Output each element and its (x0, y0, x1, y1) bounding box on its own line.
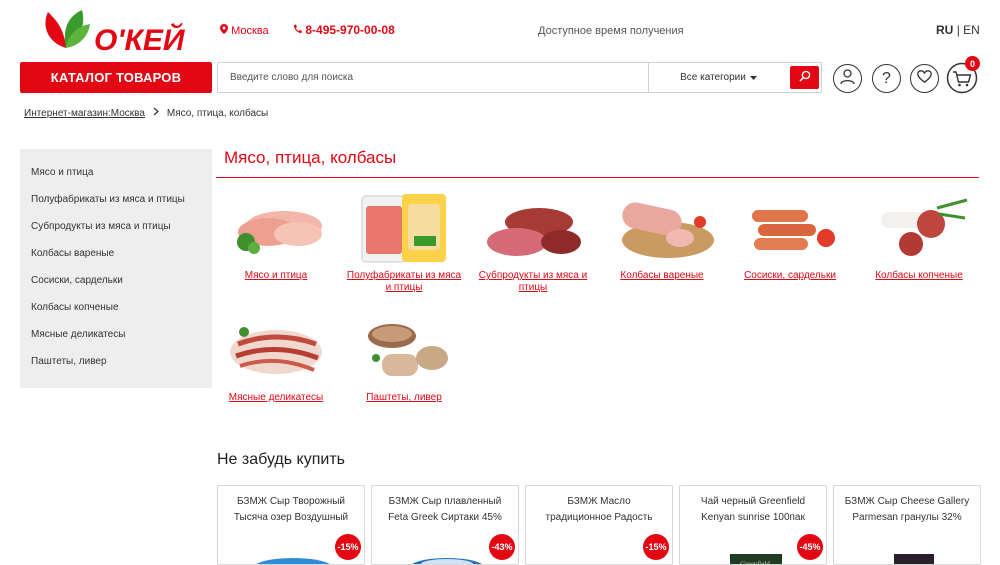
catalog-button[interactable]: КАТАЛОГ ТОВАРОВ (20, 62, 212, 93)
sidebar-item-pate-liver[interactable]: Паштеты, ливер (31, 356, 107, 367)
category-select[interactable]: Все категории (648, 63, 788, 92)
pate-liver-image (368, 324, 448, 376)
caret-down-icon (749, 72, 757, 83)
search-icon (798, 69, 811, 87)
search-bar: Все категории (217, 62, 822, 93)
product-card[interactable]: БЗМЖ Масло традиционное Радость -15% (525, 485, 673, 565)
category-label: Колбасы копченые (875, 270, 963, 281)
phone-icon (293, 23, 305, 37)
category-label: Полуфабрикаты из мяса и птицы (346, 270, 462, 293)
offal-image (487, 208, 581, 256)
favorites-button[interactable] (910, 64, 939, 93)
category-select-label: Все категории (680, 72, 746, 83)
sidebar-item-smoked-sausage[interactable]: Колбасы копченые (31, 302, 119, 313)
discount-badge: -15% (643, 534, 669, 560)
sidebar-item-semi-finished[interactable]: Полуфабрикаты из мяса и птицы (31, 194, 185, 205)
lang-ru[interactable]: RU (936, 23, 953, 37)
svg-text:Greenfield: Greenfield (740, 560, 770, 565)
discount-badge: -15% (335, 534, 361, 560)
user-icon (839, 68, 856, 90)
pickup-time-link[interactable]: Доступное время получения (538, 25, 684, 37)
product-name: БЗМЖ Сыр Творожный Тысяча озер Воздушный (233, 496, 349, 523)
category-tile-offal[interactable]: Субпродукты из мяса и птицы (468, 192, 598, 294)
lang-en[interactable]: EN (963, 23, 980, 37)
language-switcher: RU | EN (936, 23, 980, 37)
page-title: Мясо, птица, колбасы (224, 148, 397, 167)
category-label: Колбасы вареные (620, 270, 704, 281)
product-name: БЗМЖ Сыр плавленный Feta Greek Сиртаки 45… (388, 496, 502, 523)
chevron-right-icon (153, 107, 159, 119)
product-name: Чай черный Greenfield Kenyan sunrise 100п… (700, 496, 806, 523)
cart-count-badge: 0 (965, 56, 980, 71)
dont-forget-title: Не забудь купить (217, 451, 345, 468)
breadcrumb-current: Мясо, птица, колбасы (166, 107, 269, 119)
delicacies-image (230, 327, 322, 374)
product-card[interactable]: БЗМЖ Сыр плавленный Feta Greek Сиртаки 45… (371, 485, 519, 565)
category-tile-frankfurters[interactable]: Сосиски, сардельки (725, 192, 855, 282)
city-label: Москва (231, 25, 269, 37)
search-button[interactable] (790, 66, 819, 89)
product-card[interactable]: Чай черный Greenfield Kenyan sunrise 100п… (679, 485, 827, 565)
product-card[interactable]: БЗМЖ Сыр Cheese Gallery Parmesan гранулы … (833, 485, 981, 565)
phone-number: 8-495-970-00-08 (305, 23, 395, 37)
category-tile-semi-finished[interactable]: Полуфабрикаты из мяса и птицы (339, 192, 469, 294)
heart-icon (917, 69, 932, 88)
category-label: Мясные деликатесы (228, 392, 324, 403)
lang-separator: | (956, 23, 960, 37)
phone-link[interactable]: 8-495-970-00-08 (293, 23, 395, 37)
city-selector[interactable]: Москва (220, 24, 269, 37)
category-tile-boiled-sausage[interactable]: Колбасы вареные (597, 192, 727, 282)
category-tile-pate-liver[interactable]: Паштеты, ливер (339, 314, 469, 404)
account-button[interactable] (833, 64, 862, 93)
sidebar-item-frankfurters[interactable]: Сосиски, сардельки (31, 275, 123, 286)
product-name: БЗМЖ Масло традиционное Радость (545, 496, 653, 523)
title-divider (216, 177, 979, 178)
sidebar-item-meat-poultry[interactable]: Мясо и птица (31, 167, 93, 178)
discount-badge: -45% (797, 534, 823, 560)
category-tile-meat-poultry[interactable]: Мясо и птица (211, 192, 341, 282)
frankfurters-image (752, 210, 835, 250)
sidebar-item-boiled-sausage[interactable]: Колбасы вареные (31, 248, 114, 259)
location-pin-icon (220, 24, 231, 37)
category-label: Субпродукты из мяса и птицы (478, 270, 588, 293)
category-sidebar: Мясо и птица Полуфабрикаты из мяса и пти… (20, 149, 212, 388)
question-icon: ? (882, 69, 891, 87)
okey-logo[interactable]: О'КЕЙ (40, 6, 190, 57)
product-name: БЗМЖ Сыр Cheese Gallery Parmesan гранулы … (844, 496, 970, 523)
svg-text:О'КЕЙ: О'КЕЙ (94, 22, 186, 56)
category-label: Мясо и птица (244, 270, 308, 281)
category-label: Сосиски, сардельки (744, 270, 836, 281)
help-button[interactable]: ? (872, 64, 901, 93)
boiled-sausage-image (622, 202, 714, 258)
product-card[interactable]: БЗМЖ Сыр Творожный Тысяча озер Воздушный … (217, 485, 365, 565)
category-tile-delicacies[interactable]: Мясные деликатесы (211, 314, 341, 404)
meat-poultry-image (237, 211, 322, 254)
cart-icon (946, 62, 978, 98)
search-input[interactable] (218, 63, 648, 92)
smoked-sausage-image (881, 198, 968, 256)
breadcrumb: Интернет-магазин:Москва Мясо, птица, кол… (24, 107, 268, 119)
breadcrumb-home[interactable]: Интернет-магазин:Москва (24, 108, 145, 119)
sidebar-item-delicacies[interactable]: Мясные деликатесы (31, 329, 125, 340)
category-label: Паштеты, ливер (366, 392, 442, 403)
category-tile-smoked-sausage[interactable]: Колбасы копченые (854, 192, 984, 282)
sidebar-item-offal[interactable]: Субпродукты из мяса и птицы (31, 221, 171, 232)
semi-finished-image (361, 194, 446, 263)
discount-badge: -43% (489, 534, 515, 560)
